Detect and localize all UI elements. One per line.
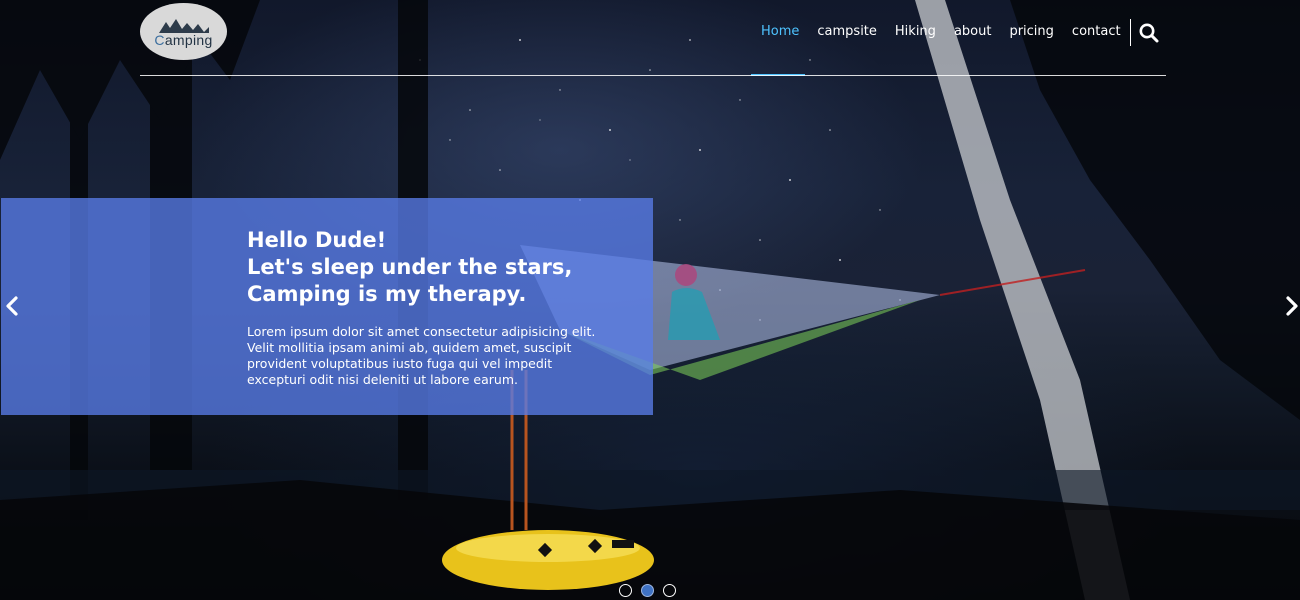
main-nav: Home campsite Hiking about pricing conta… bbox=[752, 22, 1130, 41]
nav-item-pricing[interactable]: pricing bbox=[1000, 22, 1062, 41]
slide-description-line: Velit mollitia ipsam animi ab, quidem am… bbox=[247, 340, 572, 355]
slider-indicator-3[interactable] bbox=[663, 584, 676, 597]
slider-indicator-1[interactable] bbox=[619, 584, 632, 597]
site-header: Camping Home campsite Hiking about prici… bbox=[0, 0, 1300, 78]
slide-description: Lorem ipsum dolor sit amet consectetur a… bbox=[247, 324, 627, 388]
chevron-left-icon bbox=[6, 296, 18, 316]
site-logo[interactable]: Camping bbox=[140, 3, 227, 60]
nav-item-campsite[interactable]: campsite bbox=[808, 22, 886, 41]
slide-heading-line: Let's sleep under the stars, bbox=[247, 255, 573, 279]
nav-item-contact[interactable]: contact bbox=[1063, 22, 1130, 41]
header-divider-line bbox=[140, 75, 1166, 76]
slide-description-line: Lorem ipsum dolor sit amet consectetur a… bbox=[247, 324, 596, 339]
slide-description-line: provident voluptatibus iusto fuga qui ve… bbox=[247, 356, 553, 371]
slide-heading-line: Hello Dude! bbox=[247, 228, 387, 252]
slide-heading: Hello Dude! Let's sleep under the stars,… bbox=[247, 227, 647, 308]
nav-item-hiking[interactable]: Hiking bbox=[886, 22, 945, 41]
nav-item-about[interactable]: about bbox=[945, 22, 1001, 41]
search-icon bbox=[1139, 23, 1159, 43]
chevron-right-icon bbox=[1286, 296, 1298, 316]
nav-item-home[interactable]: Home bbox=[752, 22, 808, 41]
slider-prev-button[interactable] bbox=[4, 296, 20, 316]
slide-description-line: excepturi odit nisi deleniti ut labore e… bbox=[247, 372, 518, 387]
search-button[interactable] bbox=[1138, 22, 1160, 44]
slider-next-button[interactable] bbox=[1284, 296, 1300, 316]
logo-text: Camping bbox=[154, 31, 213, 48]
nav-divider bbox=[1130, 19, 1131, 46]
slide-heading-line: Camping is my therapy. bbox=[247, 282, 527, 306]
slider-indicators bbox=[619, 584, 676, 597]
slider-indicator-2[interactable] bbox=[641, 584, 654, 597]
